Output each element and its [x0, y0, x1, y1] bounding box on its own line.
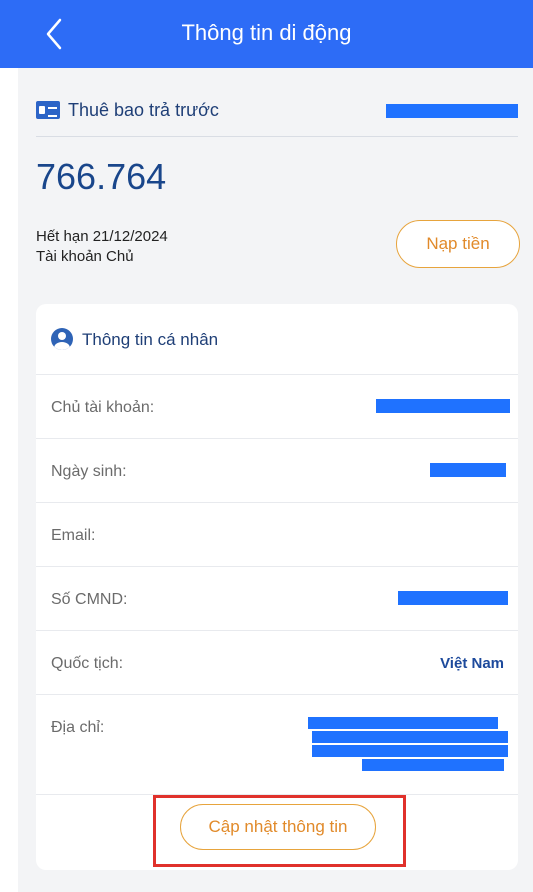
info-row-id-number: Số CMND: — [36, 566, 518, 630]
redacted-phone-number — [386, 104, 518, 118]
update-info-button[interactable]: Cập nhật thông tin — [180, 804, 376, 850]
info-row-email: Email: — [36, 502, 518, 566]
row-label: Địa chỉ: — [51, 719, 105, 736]
nationality-value: Việt Nam — [440, 655, 504, 672]
page-title: Thông tin di động — [181, 20, 352, 45]
info-row-address: Địa chỉ: — [36, 694, 518, 794]
info-row-account-owner: Chủ tài khoản: — [36, 374, 518, 438]
row-label: Số CMND: — [51, 591, 128, 608]
row-label: Email: — [51, 527, 96, 544]
info-row-nationality: Quốc tịch: Việt Nam — [36, 630, 518, 694]
redacted-value — [430, 463, 506, 477]
balance-amount: 766.764 — [36, 156, 167, 197]
info-row-birthdate: Ngày sinh: — [36, 438, 518, 502]
card-header: Thông tin cá nhân — [36, 304, 518, 374]
subscription-type: Thuê bao trả trước — [68, 100, 219, 120]
header-bar: Thông tin di động — [0, 0, 533, 68]
subscription-row[interactable]: Thuê bao trả trước — [36, 92, 518, 132]
redacted-value — [362, 759, 504, 771]
card-title: Thông tin cá nhân — [82, 330, 219, 349]
expiry-date: Hết hạn 21/12/2024 — [36, 228, 168, 245]
redacted-value — [308, 717, 498, 729]
id-card-icon — [36, 101, 60, 119]
redacted-value — [312, 731, 508, 743]
topup-button[interactable]: Nạp tiền — [396, 220, 520, 268]
row-label: Quốc tịch: — [51, 655, 124, 672]
account-type: Tài khoản Chủ — [36, 248, 134, 265]
redacted-value — [312, 745, 508, 757]
user-circle-icon — [51, 328, 73, 350]
row-label: Ngày sinh: — [51, 463, 127, 480]
personal-info-card: Thông tin cá nhân Chủ tài khoản: Ngày si… — [36, 304, 518, 870]
redacted-value — [398, 591, 508, 605]
divider — [36, 136, 518, 137]
redacted-value — [376, 399, 510, 413]
row-label: Chủ tài khoản: — [51, 399, 155, 416]
